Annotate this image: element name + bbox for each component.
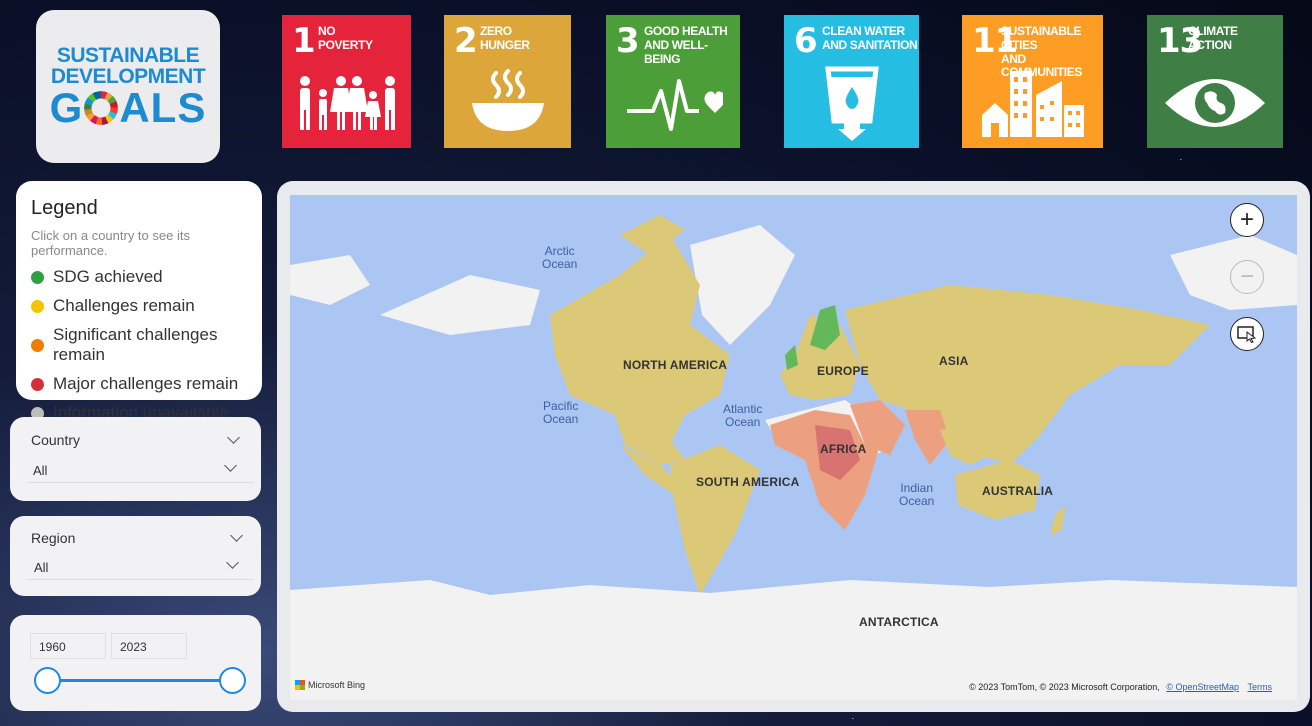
water-glass-icon: [824, 66, 879, 141]
year-range-slicer: 1960 2023: [10, 615, 261, 711]
goal-tile-11[interactable]: 11 SUSTAINABLE CITIES AND COMMUNITIES: [962, 15, 1103, 148]
collapse-chevron-icon[interactable]: [230, 529, 243, 542]
sdg-logo: SUSTAINABLE DEVELOPMENT G ALS: [50, 45, 207, 129]
city-icon: [981, 71, 1084, 137]
family-icon: [299, 76, 395, 130]
legend-item-major: Major challenges remain: [31, 374, 247, 394]
start-year-input[interactable]: 1960: [30, 633, 106, 659]
greenland-shape: [690, 225, 795, 345]
region-slicer: Region All: [10, 516, 261, 596]
west-russia-strip-shape: [290, 255, 370, 305]
country-slicer: Country All: [10, 417, 261, 501]
label-south-america: SOUTH AMERICA: [696, 475, 800, 489]
chevron-down-icon: [226, 556, 239, 569]
bowl-icon: [471, 69, 544, 131]
label-north-america: NORTH AMERICA: [623, 358, 728, 372]
chevron-down-icon: [224, 459, 237, 472]
microsoft-logo-icon: [295, 680, 305, 690]
new-zealand-shape: [1050, 505, 1065, 535]
select-cursor-icon: [1237, 326, 1257, 343]
sdg-logo-card: SUSTAINABLE DEVELOPMENT G ALS: [36, 10, 220, 163]
legend-item-achieved: SDG achieved: [31, 267, 247, 287]
label-asia: ASIA: [939, 354, 969, 368]
map-copyright: © 2023 TomTom, © 2023 Microsoft Corporat…: [969, 682, 1272, 692]
south-america-shape: [670, 445, 760, 595]
country-dropdown[interactable]: All: [27, 455, 254, 483]
label-atlantic-ocean: Atlantic Ocean: [723, 402, 763, 429]
goal-tile-2[interactable]: 2 ZERO HUNGER: [444, 15, 571, 148]
label-pacific-ocean: Pacific Ocean: [543, 399, 579, 426]
goal-tile-1[interactable]: 1 NO POVERTY: [282, 15, 411, 148]
goal-tile-6[interactable]: 6 CLEAN WATER AND SANITATION: [784, 15, 919, 148]
red-dot-icon: [31, 377, 44, 391]
terms-link[interactable]: Terms: [1248, 682, 1273, 692]
legend-panel: Legend Click on a country to see its per…: [16, 181, 262, 422]
label-australia: AUSTRALIA: [982, 484, 1054, 498]
region-slicer-label: Region: [31, 530, 76, 546]
legend-item-challenges: Challenges remain: [31, 296, 247, 316]
goal-tile-3[interactable]: 3 GOOD HEALTH AND WELL-BEING: [606, 15, 740, 148]
world-map-shapes: [290, 215, 1297, 700]
map-visual-card: NORTH AMERICA SOUTH AMERICA EUROPE ASIA …: [277, 181, 1310, 712]
end-year-input[interactable]: 2023: [111, 633, 187, 659]
region-dropdown[interactable]: All: [27, 552, 254, 580]
zoom-in-button[interactable]: +: [1230, 203, 1264, 237]
label-africa: AFRICA: [820, 442, 867, 456]
legend-item-significant: Significant challenges remain: [31, 325, 247, 365]
legend-title: Legend: [31, 197, 98, 219]
label-antarctica: ANTARCTICA: [859, 615, 939, 629]
orange-dot-icon: [31, 338, 44, 352]
world-map[interactable]: NORTH AMERICA SOUTH AMERICA EUROPE ASIA …: [290, 195, 1297, 700]
green-dot-icon: [31, 270, 44, 284]
collapse-chevron-icon[interactable]: [227, 431, 240, 444]
earth-eye-icon: [1165, 79, 1265, 127]
label-europe: EUROPE: [817, 364, 869, 378]
asia-shape: [845, 285, 1210, 465]
yellow-dot-icon: [31, 299, 44, 313]
start-year-handle[interactable]: [34, 667, 61, 694]
label-indian-ocean: Indian Ocean: [899, 481, 935, 508]
legend-subtitle: Click on a country to see its performanc…: [31, 228, 190, 258]
bing-attribution: Microsoft Bing: [295, 680, 365, 690]
end-year-handle[interactable]: [219, 667, 246, 694]
logo-line-3: G ALS: [49, 83, 207, 131]
zoom-out-button[interactable]: −: [1230, 260, 1264, 294]
heartbeat-icon: [627, 79, 723, 131]
goal-tile-13[interactable]: 13 CLIMATE ACTION: [1147, 15, 1283, 148]
year-range-track[interactable]: [47, 679, 233, 682]
logo-line-1: SUSTAINABLE: [56, 43, 200, 67]
sdg-wheel-icon: [84, 90, 119, 125]
canada-islands-shape: [380, 275, 540, 335]
openstreetmap-link[interactable]: © OpenStreetMap: [1166, 682, 1239, 692]
select-region-button[interactable]: [1230, 317, 1264, 351]
label-arctic-ocean: Arctic Ocean: [542, 244, 578, 271]
country-slicer-label: Country: [31, 432, 81, 448]
